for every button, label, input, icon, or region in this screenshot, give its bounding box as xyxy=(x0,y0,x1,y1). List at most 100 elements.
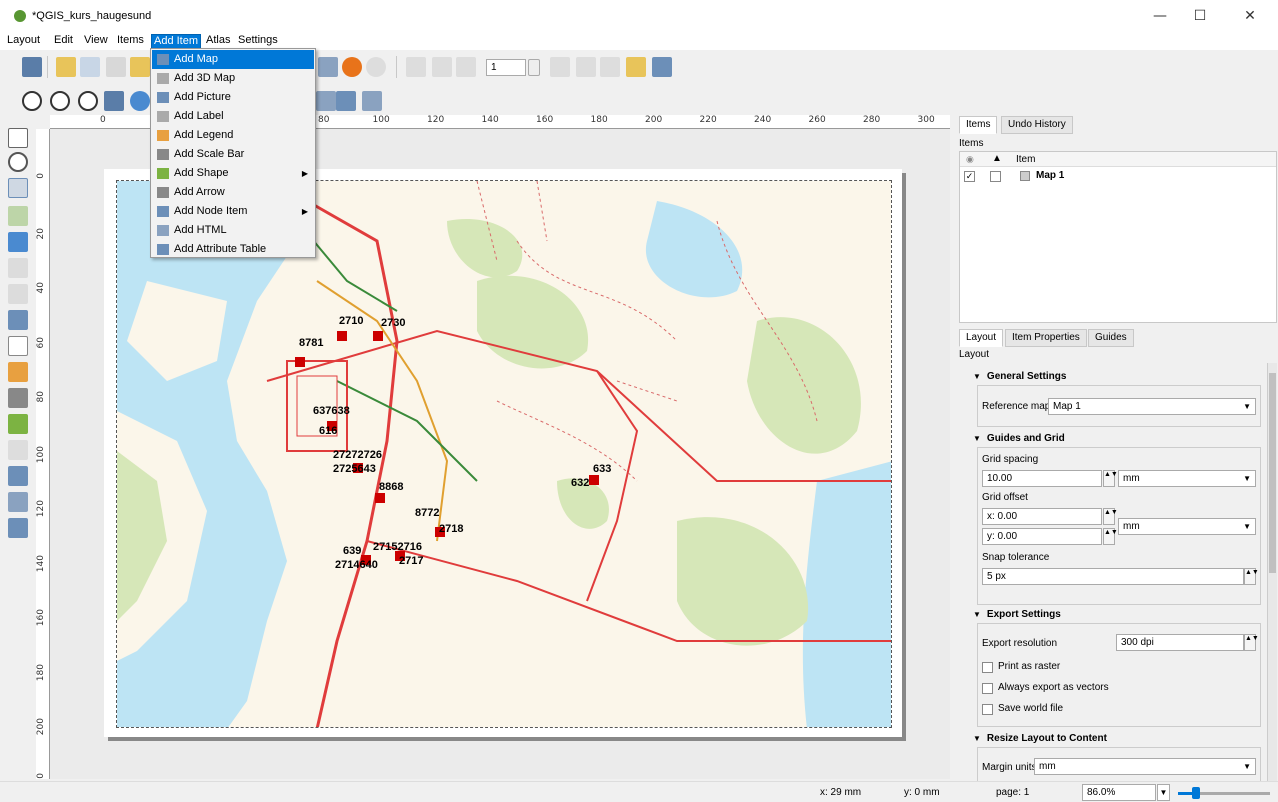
atlas-page-input[interactable]: 1 xyxy=(486,59,526,76)
tab-guides[interactable]: Guides xyxy=(1088,329,1134,347)
save-world-file-checkbox[interactable] xyxy=(982,704,993,715)
export-settings-header[interactable]: Export Settings xyxy=(973,609,1061,620)
add-html-tool-icon[interactable] xyxy=(8,492,28,512)
map1-item-label[interactable]: Map 1 xyxy=(1036,170,1064,181)
add-node-tool-icon[interactable] xyxy=(8,466,28,486)
menu-item-add-arrow[interactable]: Add Arrow xyxy=(152,183,314,202)
grid-spacing-input[interactable]: 10.00 xyxy=(982,470,1102,487)
menu-item-add-map[interactable]: Add Map xyxy=(152,50,314,69)
grid-spacing-spinner[interactable]: ▲▼ xyxy=(1103,470,1118,487)
previous-feature-icon[interactable] xyxy=(456,57,476,77)
add-map-tool-icon[interactable] xyxy=(8,258,28,278)
snap-tolerance-spinner[interactable]: ▲▼ xyxy=(1244,568,1259,585)
menu-item-add-scale-bar[interactable]: Add Scale Bar xyxy=(152,145,314,164)
menu-atlas[interactable]: Atlas xyxy=(204,34,232,49)
maximize-button[interactable]: ☐ xyxy=(1180,6,1220,26)
distribute-icon[interactable] xyxy=(336,91,356,111)
menu-item-add-picture[interactable]: Add Picture xyxy=(152,88,314,107)
export-resolution-spinner[interactable]: ▲▼ xyxy=(1244,634,1259,651)
grid-spacing-unit-combo[interactable]: mm ▼ xyxy=(1118,470,1256,487)
grid-offset-y-input[interactable]: y: 0.00 xyxy=(982,528,1102,545)
zoom-tool-icon[interactable] xyxy=(8,152,28,172)
visibility-column-icon: ◉ xyxy=(966,154,974,164)
zoom-out-icon[interactable] xyxy=(50,91,70,111)
menu-item-add-label[interactable]: Add Label xyxy=(152,107,314,126)
guides-grid-header[interactable]: Guides and Grid xyxy=(973,433,1065,444)
save-icon[interactable] xyxy=(22,57,42,77)
map-item[interactable]: 2710 2730 8781 637638 616 27272726 27256… xyxy=(116,180,892,728)
tab-items[interactable]: Items xyxy=(959,116,998,134)
always-export-vectors-checkbox[interactable] xyxy=(982,683,993,694)
add-shape-tool-icon[interactable] xyxy=(8,414,28,434)
margin-units-combo[interactable]: mm ▼ xyxy=(1034,758,1256,775)
new-layout-icon[interactable] xyxy=(56,57,76,77)
menu-item-add-node-item[interactable]: Add Node Item ▶ xyxy=(152,202,314,221)
menu-settings[interactable]: Settings xyxy=(236,34,280,49)
add-legend-tool-icon[interactable] xyxy=(8,362,28,382)
tab-item-properties[interactable]: Item Properties xyxy=(1005,329,1087,347)
zoom-full-icon[interactable] xyxy=(104,91,124,111)
add-3d-map-tool-icon[interactable] xyxy=(8,284,28,304)
open-template-icon[interactable] xyxy=(130,57,150,77)
snap-tolerance-input[interactable]: 5 px xyxy=(982,568,1244,585)
resize-icon[interactable] xyxy=(362,91,382,111)
zoom-slider-handle[interactable] xyxy=(1192,787,1200,799)
next-feature-icon[interactable] xyxy=(550,57,570,77)
export-resolution-input[interactable]: 300 dpi xyxy=(1116,634,1244,651)
resize-layout-header[interactable]: Resize Layout to Content xyxy=(973,733,1107,744)
grid-offset-x-input[interactable]: x: 0.00 xyxy=(982,508,1102,525)
close-button[interactable]: ✕ xyxy=(1230,6,1270,26)
menu-edit[interactable]: Edit xyxy=(52,34,75,49)
grid-offset-unit-combo[interactable]: mm ▼ xyxy=(1118,518,1256,535)
reference-map-combo[interactable]: Map 1 ▼ xyxy=(1048,398,1256,415)
menu-view[interactable]: View xyxy=(82,34,110,49)
refresh-icon[interactable] xyxy=(130,91,150,111)
redo-icon[interactable] xyxy=(366,57,386,77)
zoom-input[interactable]: 86.0% xyxy=(1082,784,1156,801)
add-arrow-tool-icon[interactable] xyxy=(8,440,28,460)
duplicate-layout-icon[interactable] xyxy=(80,57,100,77)
move-content-icon[interactable] xyxy=(8,206,28,226)
map1-visible-checkbox[interactable]: ✓ xyxy=(964,171,975,182)
tab-layout[interactable]: Layout xyxy=(959,329,1004,347)
ruler-tick-label: 140 xyxy=(36,554,46,572)
layout-panel-scrollbar[interactable] xyxy=(1267,363,1277,781)
menu-items[interactable]: Items xyxy=(115,34,146,49)
zoom-actual-icon[interactable] xyxy=(78,91,98,111)
grid-offset-y-spinner[interactable]: ▲▼ xyxy=(1103,528,1118,545)
ruler-tick-label: 180 xyxy=(36,663,46,681)
select-move-icon[interactable] xyxy=(8,178,28,198)
atlas-preview-icon[interactable] xyxy=(406,57,426,77)
zoom-dropdown[interactable]: ▼ xyxy=(1157,784,1170,801)
atlas-page-dropdown[interactable] xyxy=(528,59,540,76)
grid-offset-x-spinner[interactable]: ▲▼ xyxy=(1103,508,1118,525)
menu-item-add-3d-map[interactable]: Add 3D Map xyxy=(152,69,314,88)
last-feature-icon[interactable] xyxy=(576,57,596,77)
zoom-in-icon[interactable] xyxy=(22,91,42,111)
menu-item-add-html[interactable]: Add HTML xyxy=(152,221,314,240)
edit-nodes-icon[interactable] xyxy=(8,232,28,252)
map1-lock-checkbox[interactable] xyxy=(990,171,1001,182)
add-picture-tool-icon[interactable] xyxy=(8,310,28,330)
pan-icon[interactable] xyxy=(8,128,28,148)
add-items-template-icon[interactable] xyxy=(318,57,338,77)
add-table-tool-icon[interactable] xyxy=(8,518,28,538)
atlas-export-icon[interactable] xyxy=(652,57,672,77)
add-scalebar-tool-icon[interactable] xyxy=(8,388,28,408)
minimize-button[interactable]: — xyxy=(1140,6,1180,26)
align-icon[interactable] xyxy=(316,91,336,111)
print-atlas-icon[interactable] xyxy=(600,57,620,77)
add-label-tool-icon[interactable] xyxy=(8,336,28,356)
menu-layout[interactable]: Layout xyxy=(5,34,42,49)
tab-undo-history[interactable]: Undo History xyxy=(1001,116,1073,134)
undo-icon[interactable] xyxy=(342,57,362,77)
layout-manager-icon[interactable] xyxy=(106,57,126,77)
general-settings-header[interactable]: General Settings xyxy=(973,371,1066,382)
menu-item-add-attribute-table[interactable]: Add Attribute Table xyxy=(152,240,314,259)
menu-add-item[interactable]: Add Item xyxy=(151,34,202,49)
print-as-raster-checkbox[interactable] xyxy=(982,662,993,673)
menu-item-add-shape[interactable]: Add Shape ▶ xyxy=(152,164,314,183)
first-feature-icon[interactable] xyxy=(432,57,452,77)
menu-item-add-legend[interactable]: Add Legend xyxy=(152,126,314,145)
atlas-settings-icon[interactable] xyxy=(626,57,646,77)
